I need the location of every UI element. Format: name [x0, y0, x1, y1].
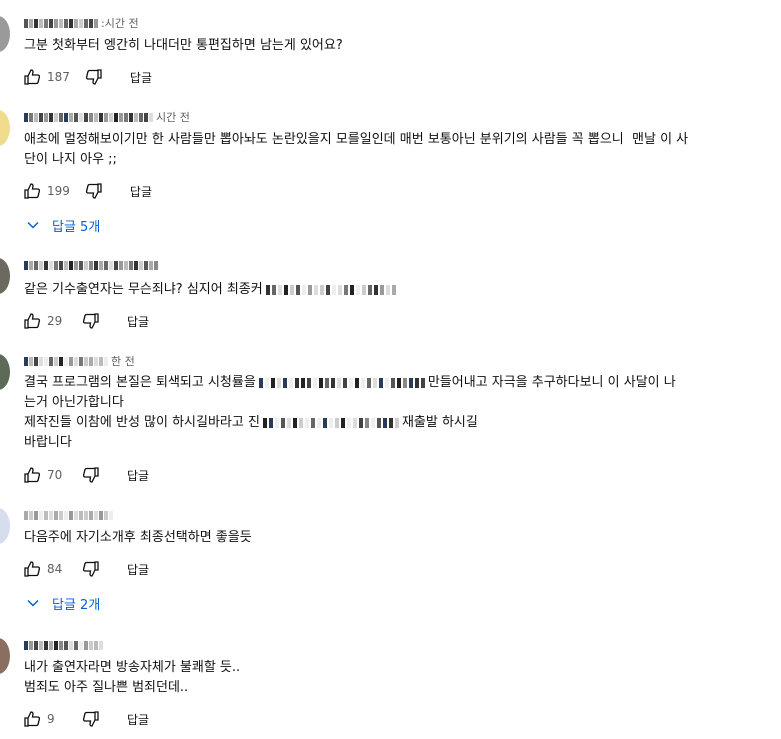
- thumbs-up-icon[interactable]: [22, 311, 42, 331]
- like-count: 9: [47, 712, 55, 726]
- redacted-text: [265, 284, 396, 295]
- comment-text: 내가 출연자라면 방송자체가 불쾌할 듯.. 범죄도 아주 질나쁜 범죄던데..: [24, 658, 779, 698]
- author-name-redacted[interactable]: [24, 18, 98, 28]
- comment-time: :시간 전: [101, 17, 139, 30]
- chevron-down-icon: [27, 599, 39, 607]
- comment-line: 는거 아닌가합니다: [24, 395, 124, 410]
- thumbs-up-icon[interactable]: [22, 465, 42, 485]
- like-count: 29: [47, 314, 63, 328]
- comment-line: 그분 첫화부터 엥간히 나대더만 통편집하면 남는게 있어요?: [24, 38, 343, 53]
- thumbs-up-icon[interactable]: [22, 181, 42, 201]
- thumbs-down-icon[interactable]: [81, 559, 101, 579]
- chevron-down-icon: [27, 221, 39, 229]
- comment-text: 결국 프로그램의 본질은 퇴색되고 시청률을 만들어내고 자극을 추구하다보니 이…: [24, 373, 779, 453]
- thumbs-down-icon[interactable]: [84, 67, 104, 87]
- thumbs-down-icon[interactable]: [81, 709, 101, 729]
- avatar[interactable]: [0, 508, 10, 544]
- author-name-redacted[interactable]: [24, 112, 153, 122]
- reply-button[interactable]: 답글: [130, 183, 152, 200]
- replies-label: 답글 5개: [52, 219, 101, 235]
- comment-time: 한 전: [111, 355, 135, 368]
- like-count: 199: [47, 184, 70, 198]
- comment-line: 단이 나지 아우 ;;: [24, 152, 117, 167]
- author-name-redacted[interactable]: [24, 510, 113, 520]
- thumbs-down-icon[interactable]: [84, 181, 104, 201]
- reply-button[interactable]: 답글: [127, 313, 149, 330]
- comment-header: :시간 전: [24, 16, 139, 30]
- avatar[interactable]: [0, 110, 10, 146]
- redacted-text: [258, 377, 425, 388]
- reply-button[interactable]: 답글: [127, 711, 149, 728]
- author-name-redacted[interactable]: [24, 640, 103, 650]
- like-count: 84: [47, 562, 63, 576]
- comment-line: 애초에 멀정해보이기만 한 사람들만 뽑아놔도 논란있을지 모를일인데 매번 보…: [24, 132, 689, 147]
- comment-header: [24, 258, 161, 272]
- comment-header: [24, 508, 116, 522]
- comment-actions: 187 답글: [22, 66, 152, 88]
- avatar[interactable]: [0, 354, 10, 390]
- like-count: 187: [47, 70, 70, 84]
- like-count: 70: [47, 468, 63, 482]
- comment-header: 한 전: [24, 354, 135, 368]
- comment-text: 애초에 멀정해보이기만 한 사람들만 뽑아놔도 논란있을지 모를일인데 매번 보…: [24, 130, 779, 170]
- avatar[interactable]: [0, 258, 10, 294]
- comment-text: 그분 첫화부터 엥간히 나대더만 통편집하면 남는게 있어요?: [24, 36, 779, 56]
- comment-line: 제작진들 이참에 반성 많이 하시길바라고 진: [24, 415, 260, 430]
- comment-header: [24, 638, 106, 652]
- comment-actions: 70 답글: [22, 464, 149, 486]
- comment-line: 재출발 하시길: [401, 415, 478, 430]
- view-replies-button[interactable]: 답글 2개: [26, 592, 100, 614]
- comment-time: 시간 전: [156, 111, 190, 124]
- comment-actions: 84 답글: [22, 558, 149, 580]
- comment-line: 다음주에 자기소개후 최종선택하면 좋을듯: [24, 530, 252, 545]
- author-name-redacted[interactable]: [24, 356, 108, 366]
- comment-line: 만들어내고 자극을 추구하다보니 이 사달이 나: [427, 375, 676, 390]
- thumbs-up-icon[interactable]: [22, 67, 42, 87]
- author-name-redacted[interactable]: [24, 260, 158, 270]
- avatar[interactable]: [0, 16, 10, 52]
- comment-actions: 29 답글: [22, 310, 149, 332]
- reply-button[interactable]: 답글: [127, 561, 149, 578]
- comment-header: 시간 전: [24, 110, 190, 124]
- comment-actions: 199 답글: [22, 180, 152, 202]
- comment-text: 같은 기수출연자는 무슨죄냐? 심지어 최종커: [24, 280, 779, 300]
- avatar[interactable]: [0, 638, 10, 674]
- comment-text: 다음주에 자기소개후 최종선택하면 좋을듯: [24, 528, 779, 548]
- replies-label: 답글 2개: [52, 597, 101, 613]
- thumbs-up-icon[interactable]: [22, 709, 42, 729]
- comment-line: 결국 프로그램의 본질은 퇴색되고 시청률을: [24, 375, 256, 390]
- thumbs-down-icon[interactable]: [81, 311, 101, 331]
- comment-line: 내가 출연자라면 방송자체가 불쾌할 듯..: [24, 660, 241, 675]
- reply-button[interactable]: 답글: [130, 69, 152, 86]
- view-replies-button[interactable]: 답글 5개: [26, 214, 100, 236]
- thumbs-up-icon[interactable]: [22, 559, 42, 579]
- comment-line: 같은 기수출연자는 무슨죄냐? 심지어 최종커: [24, 282, 263, 297]
- reply-button[interactable]: 답글: [127, 467, 149, 484]
- comment-line: 범죄도 아주 질나쁜 범죄던데..: [24, 680, 189, 695]
- thumbs-down-icon[interactable]: [81, 465, 101, 485]
- comment-line: 바랍니다: [24, 435, 72, 450]
- redacted-text: [262, 417, 399, 428]
- comment-actions: 9 답글: [22, 708, 149, 730]
